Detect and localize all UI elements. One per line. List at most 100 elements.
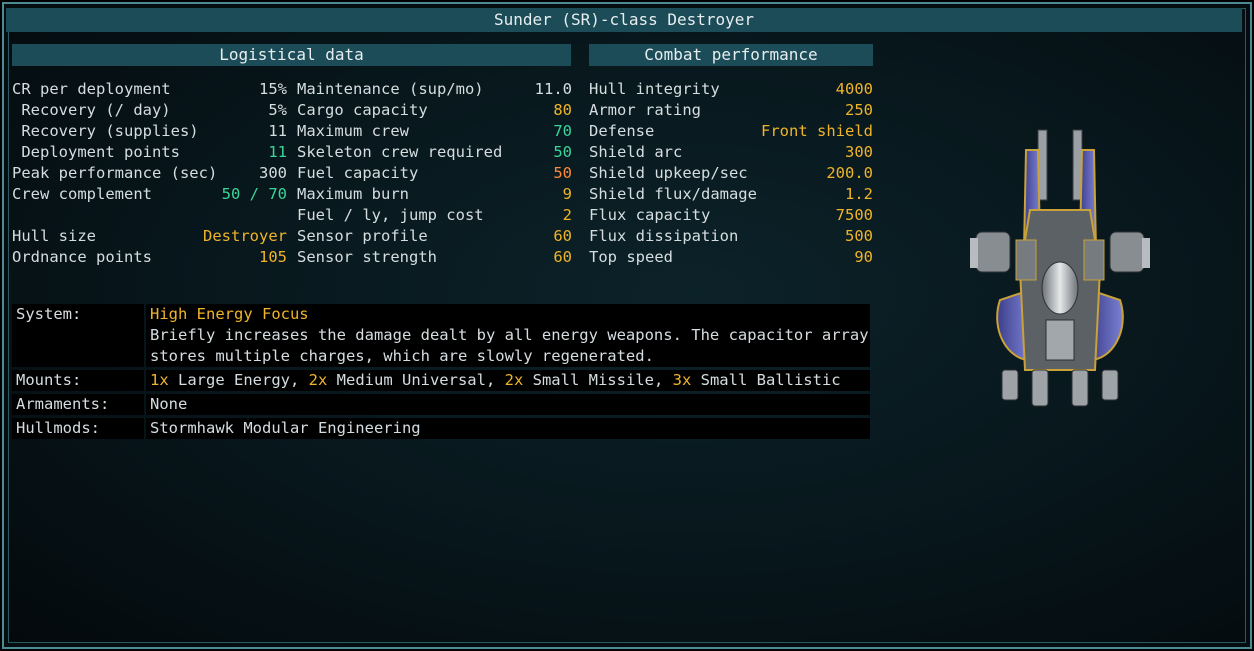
logistics-stat-label: Peak performance (sec) (12, 164, 218, 182)
logistics-stat-label: CR per deployment (12, 80, 171, 98)
logistics-stat-label: Crew complement (12, 185, 152, 203)
logistics-stat-row: Maximum crew 70 (297, 121, 572, 142)
combat-stat-label: Flux capacity (589, 206, 711, 224)
logistics-stat-value: 11 (268, 122, 287, 140)
mounts-label: Mounts: (12, 370, 144, 391)
mounts-value: 1x Large Energy, 2x Medium Universal, 2x… (146, 370, 870, 391)
logistics-stat-label: Fuel capacity (297, 164, 419, 182)
combat-header: Combat performance (589, 44, 873, 66)
hullmods-row: Hullmods: Stormhawk Modular Engineering (12, 418, 870, 439)
logistics-stat-row: Peak performance (sec) 300 (12, 163, 287, 184)
logistics-stat-row: Deployment points 11 (12, 142, 287, 163)
logistics-stat-label: Cargo capacity (297, 101, 428, 119)
logistics-stat-value: Destroyer (203, 227, 287, 245)
logistics-stat-value: 11 (268, 143, 287, 161)
combat-stat-row: Shield arc 300 (589, 142, 873, 163)
logistics-stat-label: Recovery (/ day) (12, 101, 171, 119)
logistics-stat-label: Sensor profile (297, 227, 428, 245)
mounts-row: Mounts: 1x Large Energy, 2x Medium Unive… (12, 370, 870, 391)
combat-stat-row: Hull integrity 4000 (589, 79, 873, 100)
logistics-stat-row (12, 205, 287, 226)
logistics-stat-row: CR per deployment 15% (12, 79, 287, 100)
armaments-label: Armaments: (12, 394, 144, 415)
combat-stat-label: Shield arc (589, 143, 683, 161)
logistics-stat-row: Skeleton crew required 50 (297, 142, 572, 163)
combat-stat-row: Flux capacity 7500 (589, 205, 873, 226)
logistics-stat-label: Recovery (supplies) (12, 122, 199, 140)
combat-stat-value: 1.2 (845, 185, 873, 203)
logistics-stat-label: Fuel / ly, jump cost (297, 206, 484, 224)
logistics-stat-label: Hull size (12, 227, 96, 245)
destroyer-ship-sprite (970, 129, 1150, 407)
system-label: System: (12, 304, 144, 367)
logistics-stat-value: 5% (268, 101, 287, 119)
combat-stat-row: Shield flux/damage 1.2 (589, 184, 873, 205)
combat-stat-label: Shield flux/damage (589, 185, 757, 203)
hullmods-value: Stormhawk Modular Engineering (146, 418, 870, 439)
combat-stat-value: Front shield (761, 122, 873, 140)
hullmods-label: Hullmods: (12, 418, 144, 439)
combat-stat-value: 4000 (835, 80, 873, 98)
logistics-stat-row: Maintenance (sup/mo) 11.0 (297, 79, 572, 100)
system-desc-line-1: Briefly increases the damage dealt by al… (150, 326, 869, 344)
logistics-stat-value: 50 (553, 164, 572, 182)
mount-count: 1x (150, 371, 169, 389)
logistics-stat-row: Recovery (supplies) 11 (12, 121, 287, 142)
combat-stat-value: 7500 (835, 206, 873, 224)
logistics-stat-label: Ordnance points (12, 248, 152, 266)
combat-stat-row: Flux dissipation 500 (589, 226, 873, 247)
logistics-stat-row: Fuel capacity 50 (297, 163, 572, 184)
logistics-stat-value: 15% (259, 80, 287, 98)
combat-stat-label: Shield upkeep/sec (589, 164, 748, 182)
combat-stat-row: Top speed 90 (589, 247, 873, 268)
armaments-row: Armaments: None (12, 394, 870, 415)
logistics-stat-row: Maximum burn 9 (297, 184, 572, 205)
combat-stat-value: 200.0 (826, 164, 873, 182)
logistics-stat-value: 60 (553, 248, 572, 266)
logistics-stat-label: Skeleton crew required (297, 143, 503, 161)
combat-stat-value: 300 (845, 143, 873, 161)
window-title: Sunder (SR)-class Destroyer (6, 8, 1242, 32)
logistics-stat-label: Deployment points (12, 143, 180, 161)
mount-count: 2x (308, 371, 328, 389)
combat-stat-row: Defense Front shield (589, 121, 873, 142)
combat-stat-label: Defense (589, 122, 655, 140)
combat-stat-value: 90 (854, 248, 873, 266)
logistics-stat-value: 50 / 70 (221, 185, 287, 203)
logistics-stat-row: Crew complement 50 / 70 (12, 184, 287, 205)
system-row: System: High Energy Focus Briefly increa… (12, 304, 870, 367)
system-desc-line-2: stores multiple charges, which are slowl… (150, 347, 654, 365)
logistics-stat-label: Maximum burn (297, 185, 409, 203)
logistics-stat-label: Maximum crew (297, 122, 409, 140)
mount-name: Medium Universal, (327, 371, 505, 389)
logistics-stat-value: 80 (553, 101, 572, 119)
system-value: High Energy Focus Briefly increases the … (146, 304, 870, 367)
mount-count: 2x (504, 371, 524, 389)
logistics-stat-value: 11.0 (534, 80, 572, 98)
armaments-value: None (146, 394, 870, 415)
combat-stat-value: 250 (845, 101, 873, 119)
logistics-stat-value: 2 (562, 206, 572, 224)
combat-stat-label: Top speed (589, 248, 673, 266)
logistics-stat-label: Sensor strength (297, 248, 437, 266)
logistics-stat-row: Hull size Destroyer (12, 226, 287, 247)
logistics-stat-row: Sensor strength 60 (297, 247, 572, 268)
combat-stat-row: Shield upkeep/sec 200.0 (589, 163, 873, 184)
mount-name: Small Ballistic (691, 371, 841, 389)
mount-name: Large Energy, (168, 371, 309, 389)
logistics-header: Logistical data (12, 44, 571, 66)
logistics-stat-row: Cargo capacity 80 (297, 100, 572, 121)
logistics-stat-label: Maintenance (sup/mo) (297, 80, 484, 98)
combat-stat-label: Armor rating (589, 101, 701, 119)
combat-stat-value: 500 (845, 227, 873, 245)
combat-stat-row: Armor rating 250 (589, 100, 873, 121)
combat-stat-label: Flux dissipation (589, 227, 739, 245)
logistics-stat-value: 300 (259, 164, 287, 182)
mount-count: 3x (672, 371, 692, 389)
logistics-stat-row: Sensor profile 60 (297, 226, 572, 247)
system-name: High Energy Focus (150, 305, 309, 323)
logistics-stat-row: Ordnance points 105 (12, 247, 287, 268)
logistics-stat-value: 70 (553, 122, 572, 140)
logistics-stat-value: 105 (259, 248, 287, 266)
logistics-stat-value: 9 (562, 185, 572, 203)
